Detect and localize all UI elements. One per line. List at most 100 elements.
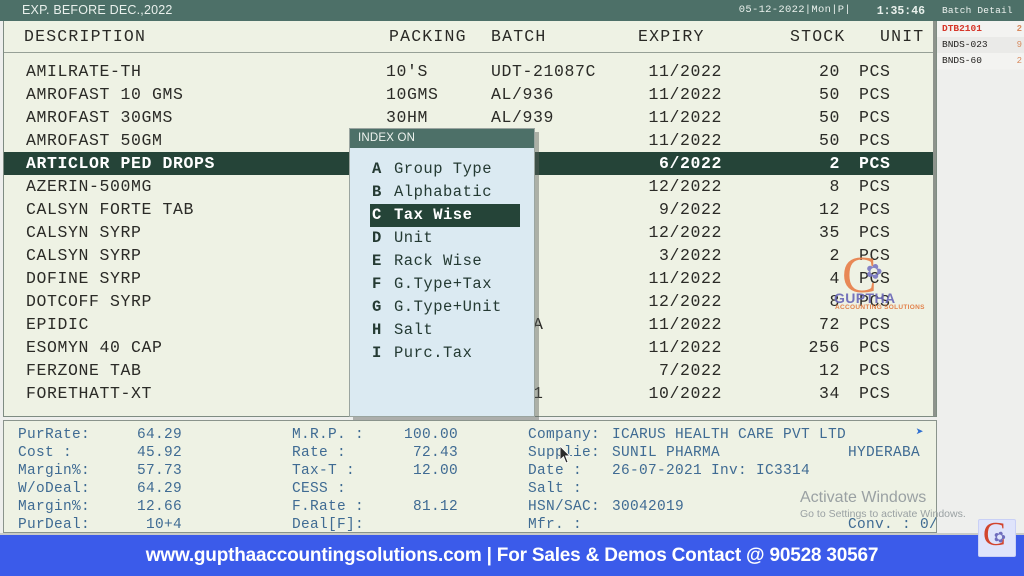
cell-stock: 12 (818, 361, 840, 380)
table-row[interactable]: AMROFAST 10 GMS 10GMS AL/936 11/2022 50 PCS (4, 83, 936, 106)
supplier-info-column: Company:ICARUS HEALTH CARE PVT LTDSuppli… (528, 426, 936, 533)
info-extra-value: HYDERABA (848, 445, 921, 461)
activate-windows-title: Activate Windows (800, 489, 927, 506)
cell-stock: 50 (818, 108, 840, 127)
cell-description: AMILRATE-TH (26, 62, 142, 81)
window-titlebar: EXP. BEFORE DEC.,2022 05-12-2022|Mon|P| … (0, 0, 937, 21)
info-label: W/oDeal: (18, 481, 91, 497)
batch-detail-code: DTB2101 (942, 23, 982, 34)
system-date: 05-12-2022|Mon|P| (738, 4, 851, 16)
cell-description: AZERIN-500MG (26, 177, 153, 196)
info-value: 64.29 (136, 481, 182, 497)
menu-item-key: H (372, 321, 382, 339)
guptha-logo-icon: C ✿ (978, 516, 1016, 557)
info-label: Company: (528, 427, 601, 443)
cell-unit: PCS (859, 315, 891, 334)
menu-item-purc-tax[interactable]: I Purc.Tax (370, 342, 520, 365)
cell-packing: 10GMS (386, 85, 439, 104)
cell-description: CALSYN SYRP (26, 246, 142, 265)
cell-unit: PCS (859, 200, 891, 219)
table-row[interactable]: AMROFAST 30GMS 30HM AL/939 11/2022 50 PCS (4, 106, 936, 129)
menu-item-label: Unit (394, 229, 434, 247)
menu-item-tax-wise[interactable]: C Tax Wise (370, 204, 520, 227)
batch-detail-row[interactable]: BNDS-023 9 (937, 37, 1024, 53)
cell-description: AMROFAST 30GMS (26, 108, 174, 127)
cell-unit: PCS (859, 361, 891, 380)
batch-detail-row[interactable]: BNDS-60 2 (937, 53, 1024, 69)
menu-item-label: Purc.Tax (394, 344, 473, 362)
menu-item-label: Salt (394, 321, 434, 339)
info-line: Date : 26-07-2021 Inv: IC3314 (528, 462, 846, 480)
menu-item-key: I (372, 344, 382, 362)
item-detail-panel: PurRate: 64.29 Cost :45.92 Margin%: 57.73 W/o… (3, 420, 937, 533)
cell-expiry: 3/2022 (658, 246, 722, 265)
info-value: 30042019 (612, 499, 685, 515)
cell-description: DOFINE SYRP (26, 269, 142, 288)
cell-unit: PCS (859, 177, 891, 196)
batch-detail-row[interactable]: DTB2101 2 (937, 21, 1024, 37)
batch-detail-code: BNDS-60 (942, 55, 982, 66)
menu-item-salt[interactable]: H Salt (370, 319, 520, 342)
cell-expiry: 11/2022 (648, 62, 722, 81)
system-time: 1:35:46 (876, 5, 925, 18)
cell-batch: AL/936 (491, 85, 555, 104)
menu-item-g-type-tax[interactable]: F G.Type+Tax (370, 273, 520, 296)
rate-info-column: M.R.P. : 100.00 Rate : 72.43 Tax-T : 12.00 CES… (292, 426, 458, 532)
info-label: Margin%: (18, 463, 91, 479)
table-row[interactable]: AMILRATE-TH 10'S UDT-21087C 11/2022 20 PCS (4, 60, 936, 83)
info-label: Salt : (528, 481, 583, 497)
info-line: F.Rate : 81.12 (292, 498, 458, 516)
info-line: Tax-T : 12.00 (292, 462, 458, 480)
menu-item-unit[interactable]: D Unit (370, 227, 520, 250)
cell-expiry: 11/2022 (648, 315, 722, 334)
info-line: Mfr. :Conv. : 0/0 (528, 516, 936, 533)
cell-unit: PCS (859, 384, 891, 403)
batch-detail-panel: Batch Detail DTB2101 2 BNDS-023 9 BNDS-60 2 (937, 0, 1024, 70)
cell-unit: PCS (859, 62, 891, 81)
cell-description: AMROFAST 50GM (26, 131, 163, 150)
cell-expiry: 11/2022 (648, 269, 722, 288)
info-value: 12.66 (136, 499, 182, 515)
info-label: Rate : (292, 445, 347, 461)
info-value: 72.43 (412, 445, 458, 461)
column-header-unit: UNIT (880, 27, 925, 46)
menu-item-key: F (372, 275, 382, 293)
promo-banner: www.gupthaaccountingsolutions.com | For … (0, 516, 1024, 576)
cell-batch: AL/939 (491, 108, 555, 127)
info-value: ICARUS HEALTH CARE PVT LTD (612, 427, 847, 443)
cell-expiry: 6/2022 (658, 154, 722, 173)
arrow-icon: ➤ (915, 425, 924, 440)
menu-item-alphabatic[interactable]: B Alphabatic (370, 181, 520, 204)
cell-unit: PCS (859, 108, 891, 127)
cell-expiry: 12/2022 (648, 292, 722, 311)
menu-item-key: E (372, 252, 382, 270)
index-on-menu[interactable]: INDEX ON A Group Type B Alphabatic C Tax Wise… (349, 128, 535, 417)
info-value: 100.00 (403, 427, 458, 443)
cell-stock: 256 (808, 338, 840, 357)
cell-expiry: 9/2022 (658, 200, 722, 219)
info-line: Deal[F]: (292, 516, 458, 532)
grid-right-rule (933, 21, 936, 416)
menu-item-g-type-unit[interactable]: G G.Type+Unit (370, 296, 520, 319)
cell-stock: 50 (818, 131, 840, 150)
menu-item-key: A (372, 160, 382, 178)
info-label: F.Rate : (292, 499, 365, 515)
cell-description: CALSYN FORTE TAB (26, 200, 195, 219)
cell-stock: 35 (818, 223, 840, 242)
menu-item-label: Rack Wise (394, 252, 483, 270)
menu-item-key: G (372, 298, 382, 316)
menu-item-rack-wise[interactable]: E Rack Wise (370, 250, 520, 273)
cell-unit: PCS (859, 131, 891, 150)
cell-description: FORETHATT-XT (26, 384, 153, 403)
menu-item-key: D (372, 229, 382, 247)
menu-item-group-type[interactable]: A Group Type (370, 158, 520, 181)
index-on-menu-list[interactable]: A Group Type B Alphabatic C Tax Wise D Unit E Rac… (350, 148, 534, 365)
menu-item-label: G.Type+Tax (394, 275, 493, 293)
info-label: Mfr. : (528, 517, 583, 533)
grid-header-row: DESCRIPTION PACKING BATCH EXPIRY STOCK U… (4, 21, 936, 53)
cell-description: DOTCOFF SYRP (26, 292, 153, 311)
cell-stock: 2 (829, 246, 840, 265)
cell-stock: 72 (818, 315, 840, 334)
menu-item-label: Alphabatic (394, 183, 493, 201)
cell-expiry: 11/2022 (648, 85, 722, 104)
